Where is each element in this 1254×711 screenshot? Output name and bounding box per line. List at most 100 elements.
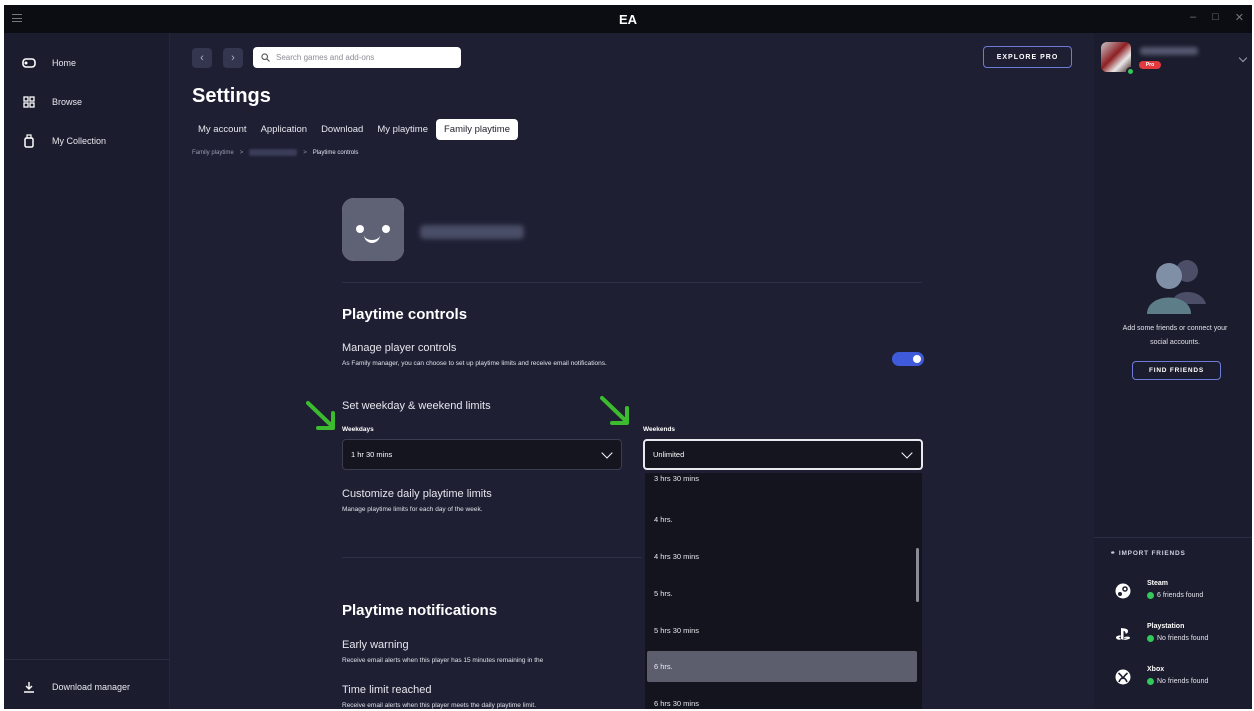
close-button[interactable]: ✕ [1235,11,1244,24]
nav-item-home[interactable]: Home [4,51,170,75]
chevron-down-icon [601,446,613,459]
green-arrow-annotation [306,401,335,430]
empty-friends-text: social accounts. [1150,339,1200,346]
tab-my-playtime[interactable]: My playtime [371,120,434,139]
section-divider [342,282,922,283]
green-arrow-annotation [600,396,629,425]
minimize-button[interactable]: – [1190,11,1196,24]
manage-controls-toggle[interactable] [892,352,924,366]
breadcrumb-player-redacted[interactable] [249,149,298,156]
online-status-indicator [1126,67,1135,76]
tab-my-account[interactable]: My account [192,120,253,139]
toggle-knob [913,355,921,363]
nav-item-browse[interactable]: Browse [4,90,170,114]
nav-label-browse: Browse [52,97,83,107]
tab-download[interactable]: Download [315,120,369,139]
breadcrumb-root[interactable]: Family playtime [192,150,234,156]
dropdown-option[interactable]: 3 hrs 30 mins [647,473,917,494]
search-input[interactable] [276,53,446,62]
explore-pro-button[interactable]: EXPLORE PRO [983,46,1072,68]
weekends-dropdown-list: 3 hrs 30 mins 4 hrs. 4 hrs 30 mins 5 hrs… [645,473,922,709]
dropdown-scrollbar[interactable] [916,548,919,602]
breadcrumb-separator: > [239,149,244,156]
import-status: 6 friends found [1147,592,1203,599]
manage-player-controls-desc: As Family manager, you can choose to set… [342,360,607,367]
nav-label-my-collection: My Collection [52,136,107,146]
import-steam[interactable]: Steam 6 friends found [1114,578,1252,608]
settings-tabs: My account Application Download My playt… [192,119,518,140]
weekdays-select[interactable]: 1 hr 30 mins [342,439,622,470]
avatar-eye [382,225,390,233]
dropdown-option[interactable]: 5 hrs 30 mins [647,615,917,646]
nav-label-home: Home [52,58,77,68]
weekday-weekend-limits-label: Set weekday & weekend limits [342,400,491,412]
weekdays-label: Weekdays [342,426,374,433]
nav-divider [4,659,170,660]
import-status: No friends found [1147,678,1208,685]
import-link-icon: ⚭ [1110,550,1119,557]
import-name: Steam [1147,580,1169,587]
app-title: EA [618,12,638,27]
xbox-icon [1114,668,1132,686]
playtime-controls-heading: Playtime controls [342,306,468,323]
left-sidebar: Home Browse My Collection Download manag… [4,33,170,709]
collection-icon [22,134,36,148]
download-manager-label: Download manager [52,682,131,692]
friends-illustration-icon [1147,260,1206,314]
customize-daily-limits-label[interactable]: Customize daily playtime limits [342,488,492,500]
import-playstation[interactable]: Playstation No friends found [1114,621,1252,651]
title-bar: EA – □ ✕ [4,5,1252,33]
import-friends-heading: ⚭ IMPORT FRIENDS [1110,550,1186,557]
dropdown-option[interactable]: 5 hrs. [647,578,917,609]
tab-application[interactable]: Application [255,120,313,139]
customize-daily-limits-desc: Manage playtime limits for each day of t… [342,506,483,513]
dropdown-option[interactable]: 4 hrs 30 mins [647,541,917,572]
home-icon [22,56,36,70]
import-name: Playstation [1147,623,1185,630]
panel-divider [1094,537,1252,538]
manage-player-controls-label: Manage player controls [342,342,457,354]
download-icon [22,680,36,694]
section-divider [342,557,642,558]
empty-friends-text: Add some friends or connect your [1122,325,1228,332]
tab-family-playtime[interactable]: Family playtime [436,119,518,140]
forward-button[interactable]: › [223,48,243,68]
breadcrumb-separator: > [303,149,307,156]
playstation-icon [1114,625,1132,643]
page-title: Settings [192,85,271,107]
back-button[interactable]: ‹ [192,48,212,68]
pro-badge: Pro [1139,61,1161,69]
download-manager-button[interactable]: Download manager [4,675,170,699]
avatar-eye [356,225,364,233]
import-xbox[interactable]: Xbox No friends found [1114,664,1252,694]
nav-item-my-collection[interactable]: My Collection [4,129,170,153]
breadcrumb-current: Playtime controls [312,149,359,156]
avatar-mouth [364,235,380,243]
dropdown-option-highlighted[interactable]: 6 hrs. [647,651,917,682]
time-limit-reached-label: Time limit reached [342,684,432,696]
dropdown-option[interactable]: 6 hrs 30 mins [647,688,917,709]
early-warning-desc: Receive email alerts when this player ha… [342,657,544,664]
chevron-down-icon [901,446,913,459]
search-bar[interactable] [253,47,461,68]
weekends-select[interactable]: Unlimited [643,439,923,470]
player-name-redacted [420,225,524,239]
playtime-notifications-heading: Playtime notifications [342,602,498,619]
import-status: No friends found [1147,635,1208,642]
dropdown-option[interactable]: 4 hrs. [647,504,917,535]
steam-icon [1114,582,1132,600]
username-redacted [1140,47,1198,55]
early-warning-label: Early warning [342,639,409,651]
breadcrumb: Family playtime > > Playtime controls [192,149,358,156]
import-name: Xbox [1147,666,1165,673]
player-avatar [342,198,404,261]
find-friends-button[interactable]: FIND FRIENDS [1132,361,1221,380]
weekdays-value: 1 hr 30 mins [351,450,393,459]
window-controls: – □ ✕ [1190,11,1244,24]
time-limit-reached-desc: Receive email alerts when this player me… [342,702,536,709]
ea-app-window: EA – □ ✕ Home Browse My Collection Downl… [4,5,1252,709]
weekends-label: Weekends [643,426,676,433]
maximize-button[interactable]: □ [1212,11,1219,24]
search-icon [261,49,270,67]
browse-icon [22,95,36,109]
